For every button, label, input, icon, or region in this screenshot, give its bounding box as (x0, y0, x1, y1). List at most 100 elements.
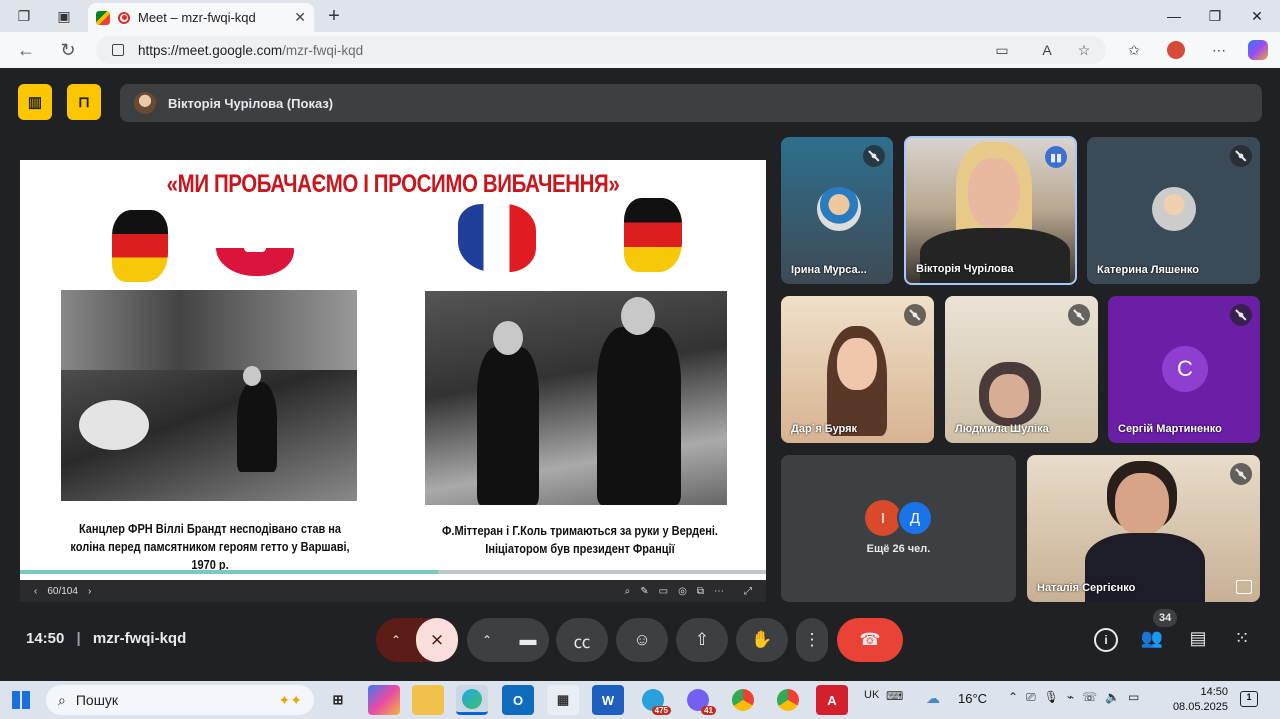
captions-button[interactable]: ㏄ (556, 618, 608, 662)
tile-participant-5[interactable]: ● Людмила Шуліка (945, 296, 1098, 443)
tile-participant-3[interactable]: ● Катерина Ляшенко (1087, 137, 1260, 284)
word-icon[interactable]: W (592, 685, 624, 715)
page-counter: 60/104 (47, 585, 78, 597)
read-aloud-icon[interactable]: A (1035, 38, 1059, 62)
keyboard-icon[interactable]: ⌨ (886, 689, 903, 703)
taskbar-clock[interactable]: 14:50 08.05.2025 (1168, 685, 1228, 715)
tile-participant-7[interactable]: ● Наталія Сергієнко (1027, 455, 1260, 602)
tab-actions-icon[interactable]: ▣ (50, 2, 78, 30)
next-slide-icon[interactable]: › (88, 586, 91, 597)
system-tray-icons[interactable]: ⌃⎚🎙⌁☏🔈▭ (1008, 690, 1147, 705)
pip-icon[interactable]: ⧉ (697, 586, 704, 597)
slide-title: «МИ ПРОБАЧАЄМО І ПРОСИМО ВИБАЧЕННЯ» (166, 170, 620, 198)
captions-icon[interactable]: ▭ (659, 586, 668, 597)
leave-call-button[interactable]: ☎ (837, 618, 903, 662)
germany-flag-map-2 (624, 198, 682, 272)
url-field[interactable]: https://meet.google.com/mzr-fwqi-kqd (96, 36, 1106, 64)
meet-favicon-icon (96, 10, 110, 25)
participant-avatar: С (1162, 346, 1208, 392)
fullscreen-icon[interactable]: ⤢ (744, 586, 752, 597)
minimize-button[interactable]: — (1164, 6, 1184, 26)
more-menu-icon[interactable]: ⋯ (1207, 38, 1231, 62)
lock-icon (112, 44, 124, 56)
present-button[interactable]: ⇧ (676, 618, 728, 662)
taskbar-search[interactable]: ⌕ Пошук ✦✦ (46, 685, 314, 715)
hand-icon: ✋ (751, 630, 773, 649)
weather-cloud-icon[interactable]: ☁ (926, 690, 940, 707)
search-icon: ⌕ (58, 691, 66, 708)
language-indicator[interactable]: UK (864, 689, 879, 701)
eagle-emblem-icon (244, 230, 266, 252)
reactions-button[interactable]: ☺ (616, 618, 668, 662)
maximize-button[interactable]: ❐ (1205, 6, 1225, 26)
viber-icon[interactable]: 41 (682, 685, 716, 715)
france-flag-map (458, 204, 536, 272)
participant-name: Дар`я Буряк (791, 423, 858, 435)
people-icon[interactable]: 👥 (1139, 628, 1165, 652)
mic-off-button[interactable]: ⨯ (416, 618, 458, 662)
tile-others[interactable]: І Д Ещё 26 чел. (781, 455, 1016, 602)
profile-avatar[interactable] (1164, 38, 1188, 62)
weather-temperature[interactable]: 16°C (958, 691, 987, 706)
participant-avatar (1152, 187, 1196, 231)
mic-options-chevron-icon[interactable]: ⌃ (376, 633, 416, 647)
url-path: /mzr-fwqi-kqd (282, 42, 364, 58)
layout-button[interactable]: ⊓ (67, 84, 101, 120)
germany-flag-map (112, 210, 168, 282)
more-options-button[interactable]: ⋮ (796, 618, 828, 662)
copilot-icon[interactable] (1246, 38, 1270, 62)
edge-icon[interactable] (456, 685, 488, 715)
start-button[interactable] (12, 691, 30, 709)
hide-tiles-button[interactable]: ▥ (18, 84, 52, 120)
slide-progress-fill (20, 570, 438, 574)
store-icon[interactable]: ▦ (547, 685, 579, 715)
camera-options-chevron-icon[interactable]: ⌃ (467, 633, 507, 647)
browser-tab-bar: ❐ ▣ Meet – mzr-fwqi-kqd ✕ + — ❐ ✕ (0, 0, 1280, 32)
poland-flag-map (216, 220, 294, 276)
others-avatar-2: Д (897, 500, 933, 536)
slide-more-icon[interactable]: ⋯ (714, 586, 724, 597)
tile-participant-1[interactable]: ● Ірина Мурса... (781, 137, 893, 284)
prev-slide-icon[interactable]: ‹ (34, 586, 37, 597)
caption-right-line-1: Ф.Міттеран і Г.Коль тримаються за руки у… (442, 524, 718, 538)
new-tab-button[interactable]: + (322, 4, 346, 28)
others-avatar-1: І (865, 500, 901, 536)
favorite-star-icon[interactable]: ☆ (1072, 38, 1096, 62)
pen-icon[interactable]: ✎ (640, 586, 648, 597)
notifications-icon[interactable]: 1 (1240, 691, 1258, 707)
acrobat-icon[interactable]: A (816, 685, 848, 715)
recording-icon (118, 11, 130, 24)
mic-off-icon: ● (1230, 304, 1252, 326)
slide-progress-bar (20, 570, 766, 574)
outlook-icon[interactable]: O (502, 685, 534, 715)
chat-icon[interactable]: ▤ (1186, 628, 1210, 652)
tile-participant-6[interactable]: ● С Сергій Мартиненко (1108, 296, 1260, 443)
workspaces-icon[interactable]: ❐ (10, 2, 38, 30)
favorites-icon[interactable]: ✩ (1122, 38, 1146, 62)
camera-permission-icon[interactable]: ▭ (990, 38, 1014, 62)
close-window-button[interactable]: ✕ (1247, 6, 1267, 26)
tile-participant-2-speaking[interactable]: ▮▮ Вікторія Чурілова (904, 136, 1077, 285)
camera-button[interactable]: ▬ (507, 630, 549, 650)
chrome-icon[interactable] (772, 685, 804, 715)
refresh-button[interactable]: ↻ (56, 38, 80, 62)
browser-tab[interactable]: Meet – mzr-fwqi-kqd ✕ (88, 3, 314, 32)
telegram-icon[interactable]: 475 (637, 685, 671, 715)
copilot-taskbar-icon[interactable] (368, 685, 400, 715)
mic-off-icon: ● (1068, 304, 1090, 326)
tile-participant-4[interactable]: ● Дар`я Буряк (781, 296, 934, 443)
raise-hand-button[interactable]: ✋ (736, 618, 788, 662)
meeting-details-icon[interactable]: i (1094, 628, 1118, 652)
activities-grid-icon[interactable]: ⁙ (1230, 628, 1254, 652)
caption-left-line-2: коліна перед памсятником героям гетто у … (70, 540, 350, 554)
pin-tile-icon[interactable] (1236, 580, 1252, 594)
zoom-icon[interactable]: ⌕ (625, 586, 631, 597)
broadcast-icon[interactable]: ◎ (678, 586, 687, 597)
file-explorer-icon[interactable] (412, 685, 444, 715)
chrome-profile-icon[interactable] (727, 685, 759, 715)
participant-name: Катерина Ляшенко (1097, 264, 1199, 276)
close-tab-icon[interactable]: ✕ (294, 9, 306, 26)
task-view-icon[interactable]: ⊞ (322, 685, 354, 715)
back-button[interactable]: ← (14, 38, 38, 62)
clock-date: 08.05.2025 (1172, 701, 1228, 713)
